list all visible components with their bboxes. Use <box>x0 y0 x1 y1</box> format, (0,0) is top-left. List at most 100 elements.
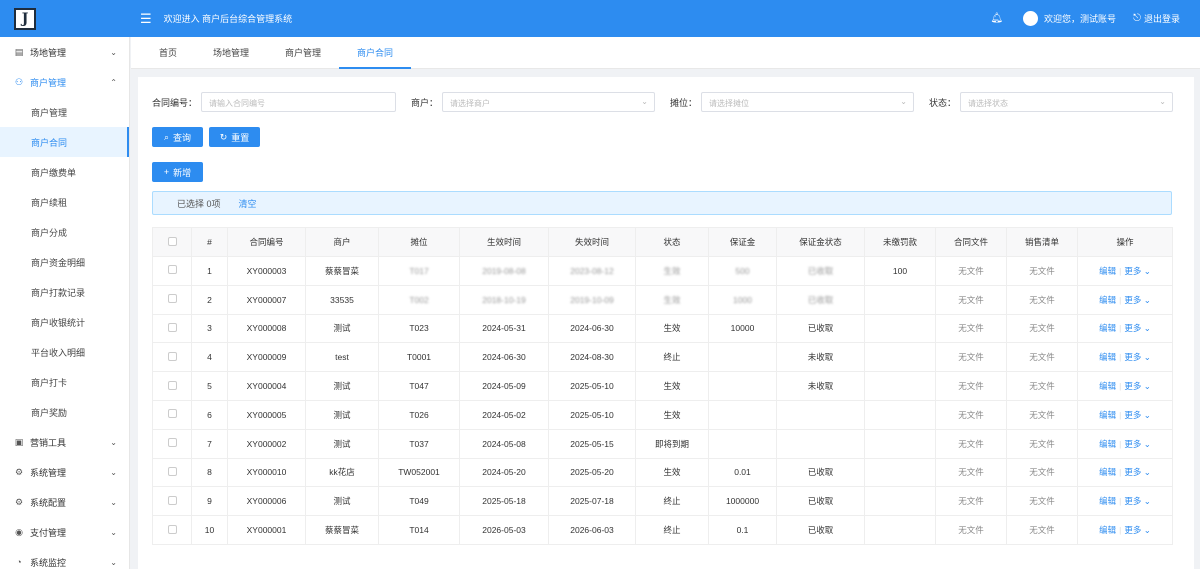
cell-sales-list: 无文件 <box>1006 342 1078 373</box>
contract-table: # 合同编号 商户 摊位 生效时间 失效时间 状态 保证金 保证金状态 未缴罚款… <box>152 227 1173 545</box>
booth-select[interactable]: 请选择摊位 ⌄ <box>701 92 914 112</box>
cell-deposit-status: 已收取 <box>776 515 865 545</box>
sidebar-group-marketing[interactable]: ▣ 营销工具 ⌄ <box>0 427 129 457</box>
more-dropdown[interactable]: 更多 <box>1124 410 1141 420</box>
reset-button[interactable]: ↻ 重置 <box>209 127 260 147</box>
chevron-down-icon: ⌄ <box>110 497 117 507</box>
cell-merchant: 蔡蔡冒菜 <box>305 256 379 286</box>
menu-collapse-icon[interactable]: ☰ <box>140 11 152 27</box>
user-greeting[interactable]: 欢迎您，测试账号 <box>1044 12 1116 25</box>
more-dropdown[interactable]: 更多 <box>1124 439 1141 449</box>
select-all-checkbox[interactable] <box>152 227 192 257</box>
bell-icon[interactable]: 🔔︎ <box>990 13 1003 24</box>
add-button[interactable]: + 新增 <box>152 162 203 182</box>
edit-link[interactable]: 编辑 <box>1099 467 1116 477</box>
chevron-down-icon: ⌄ <box>110 437 117 447</box>
cell-deposit-status: 已收取 <box>776 285 865 315</box>
sidebar-item-merchant-renew[interactable]: 商户续租 <box>0 187 129 217</box>
sidebar-group-system[interactable]: ⚙ 系统管理 ⌄ <box>0 457 129 487</box>
chevron-down-icon: ⌄ <box>110 557 117 567</box>
tab-merchant[interactable]: 商户管理 <box>267 37 339 68</box>
edit-link[interactable]: 编辑 <box>1099 323 1116 333</box>
row-checkbox[interactable] <box>152 314 192 344</box>
edit-link[interactable]: 编辑 <box>1099 410 1116 420</box>
chevron-down-icon: ⌄ <box>900 97 907 106</box>
row-checkbox[interactable] <box>152 458 192 488</box>
cell-deposit: 0.1 <box>708 515 777 545</box>
cell-unpaid-fine <box>864 486 936 517</box>
more-dropdown[interactable]: 更多 <box>1124 467 1141 477</box>
more-dropdown[interactable]: 更多 <box>1124 323 1141 333</box>
cell-end-date: 2025-07-18 <box>548 486 636 517</box>
more-dropdown[interactable]: 更多 <box>1124 352 1141 362</box>
sidebar-item-merchant-share[interactable]: 商户分成 <box>0 217 129 247</box>
edit-link[interactable]: 编辑 <box>1099 381 1116 391</box>
merchant-label: 商户： <box>411 98 439 108</box>
row-checkbox[interactable] <box>152 429 192 459</box>
sidebar-group-config[interactable]: ⚙ 系统配置 ⌄ <box>0 487 129 517</box>
cell-booth: T047 <box>378 371 460 401</box>
row-checkbox[interactable] <box>152 285 192 315</box>
cell-contract-file: 无文件 <box>935 314 1007 344</box>
divider: | <box>1119 525 1122 536</box>
more-dropdown[interactable]: 更多 <box>1124 525 1141 535</box>
table-row: 10 XY000001 蔡蔡冒菜 T014 2026-05-03 2026-06-03 终止… <box>152 515 1173 545</box>
sidebar-item-platform-income[interactable]: 平台收入明细 <box>0 337 129 367</box>
chevron-down-icon: ⌄ <box>1141 438 1151 449</box>
search-button[interactable]: ⌕ 查询 <box>152 127 203 147</box>
row-checkbox[interactable] <box>152 256 192 286</box>
tab-venue[interactable]: 场地管理 <box>195 37 267 68</box>
contract-no-input[interactable]: 请输入合同编号 <box>201 92 396 112</box>
sidebar-group-venue[interactable]: ▤ 场地管理 ⌄ <box>0 37 129 67</box>
more-dropdown[interactable]: 更多 <box>1124 266 1141 276</box>
logout-link[interactable]: 退出登录 <box>1144 12 1180 25</box>
sidebar-item-merchant-manage[interactable]: 商户管理 <box>0 97 129 127</box>
clear-selection-link[interactable]: 清空 <box>239 197 257 210</box>
row-checkbox[interactable] <box>152 400 192 430</box>
table-body: 1 XY000003 蔡蔡冒菜 T017 2019-08-08 2023-08-12 生效 5… <box>152 256 1173 545</box>
sidebar-item-merchant-checkin[interactable]: 商户打卡 <box>0 367 129 397</box>
row-checkbox[interactable] <box>152 515 192 545</box>
sidebar-item-merchant-funds[interactable]: 商户资金明细 <box>0 247 129 277</box>
sidebar-group-monitor[interactable]: ◔ 系统监控 ⌄ <box>0 547 129 569</box>
row-checkbox[interactable] <box>152 342 192 373</box>
chevron-down-icon: ⌄ <box>1141 496 1151 507</box>
tab-merchant-contract[interactable]: 商户合同 <box>339 37 412 69</box>
status-select[interactable]: 请选择状态 ⌄ <box>960 92 1173 112</box>
more-dropdown[interactable]: 更多 <box>1124 496 1141 506</box>
cell-index: 10 <box>191 515 228 545</box>
logout-icon[interactable]: ⎋ <box>1133 13 1141 24</box>
edit-link[interactable]: 编辑 <box>1099 266 1116 276</box>
sidebar-item-merchant-payout[interactable]: 商户打款记录 <box>0 277 129 307</box>
edit-link[interactable]: 编辑 <box>1099 295 1116 305</box>
sidebar-item-merchant-contract[interactable]: 商户合同 <box>0 127 129 157</box>
cell-start-date: 2024-05-02 <box>459 400 549 430</box>
tab-home[interactable]: 首页 <box>141 37 195 68</box>
more-dropdown[interactable]: 更多 <box>1124 381 1141 391</box>
cell-status: 终止 <box>635 342 709 373</box>
row-actions: 编辑 | 更多 ⌄ <box>1077 314 1173 344</box>
cell-end-date: 2025-05-10 <box>548 371 636 401</box>
app-logo: J <box>14 7 36 30</box>
avatar[interactable] <box>1023 11 1039 26</box>
sidebar-item-merchant-reward[interactable]: 商户奖励 <box>0 397 129 427</box>
cell-unpaid-fine <box>864 314 936 344</box>
divider: | <box>1119 467 1122 478</box>
more-dropdown[interactable]: 更多 <box>1124 295 1141 305</box>
edit-link[interactable]: 编辑 <box>1099 525 1116 535</box>
edit-link[interactable]: 编辑 <box>1099 352 1116 362</box>
cell-deposit-status: 未收取 <box>776 342 865 373</box>
sidebar-item-merchant-bills[interactable]: 商户缴费单 <box>0 157 129 187</box>
cell-end-date: 2019-10-09 <box>548 285 636 315</box>
edit-link[interactable]: 编辑 <box>1099 496 1116 506</box>
sidebar-item-merchant-cashier[interactable]: 商户收银统计 <box>0 307 129 337</box>
cell-merchant: 测试 <box>305 486 379 517</box>
edit-link[interactable]: 编辑 <box>1099 439 1116 449</box>
col-unpaid-fine: 未缴罚款 <box>864 227 936 257</box>
row-checkbox[interactable] <box>152 486 192 517</box>
sidebar-group-payment[interactable]: ◉ 支付管理 ⌄ <box>0 517 129 547</box>
row-checkbox[interactable] <box>152 371 192 401</box>
merchant-select[interactable]: 请选择商户 ⌄ <box>442 92 655 112</box>
sidebar-group-merchant[interactable]: ⚇ 商户管理 ⌃ <box>0 67 129 97</box>
table-row: 8 XY000010 kk花店 TW052001 2024-05-20 2025-05-2… <box>152 458 1173 488</box>
